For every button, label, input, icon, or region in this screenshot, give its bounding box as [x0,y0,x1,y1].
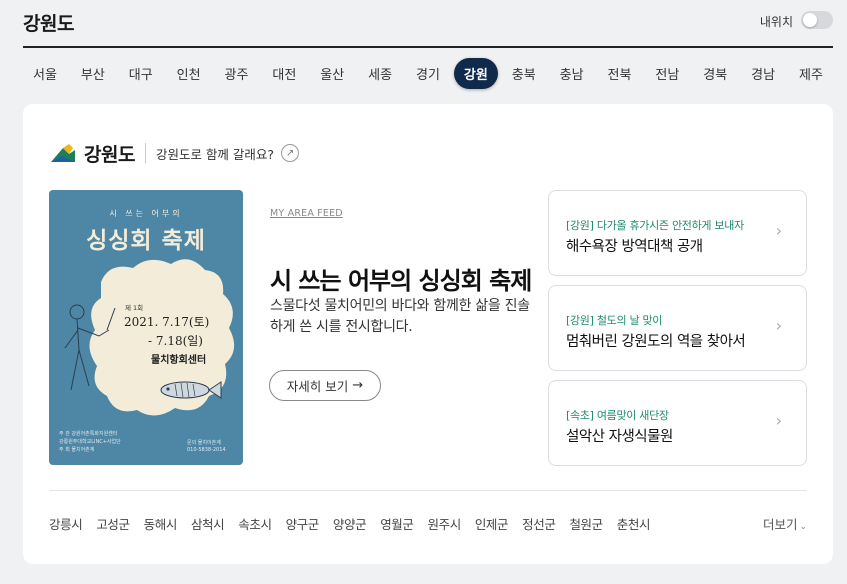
organizer-line: 주 최 물치어촌계 [59,447,95,453]
city-link[interactable]: 철원군 [569,514,603,533]
city-link[interactable]: 고성군 [96,514,130,533]
toggle-knob [803,13,817,27]
region-tab[interactable]: 강원 [453,57,498,89]
news-headline: 멈춰버린 강원도의 역을 찾아서 [566,334,746,350]
chevron-right-icon: › [775,411,782,430]
brand-separator [144,143,146,163]
feed-title[interactable]: 시 쓰는 어부의 싱싱회 축제 [270,261,532,296]
city-link[interactable]: 인제군 [475,514,509,533]
region-tab[interactable]: 울산 [310,58,354,89]
city-link[interactable]: 속초시 [238,514,272,533]
news-category: [강원] 철도의 날 맞이 [566,314,663,327]
region-tabs: 서울 부산 대구 인천 광주 대전 울산 세종 경기 강원 충북 충남 전북 전남 경북 경남 제주 [23,57,833,89]
region-tab[interactable]: 광주 [215,58,259,89]
poster-contact: 문의 물치어촌계 010-5838-2014 [187,440,226,454]
brand-name: 강원도 [84,143,135,166]
page-title: 강원도 [23,13,74,35]
region-tab[interactable]: 서울 [23,58,67,89]
region-tab[interactable]: 전남 [645,58,689,89]
poster-venue: 물치항회센터 [151,355,207,366]
poster-date-end: - 7.18(일) [148,334,203,348]
poster-subtitle: 시 쓰는 어부의 [109,209,183,218]
news-headline: 해수욕장 방역대책 공개 [566,239,703,255]
chevron-right-icon: › [775,316,782,335]
divider [49,490,807,491]
contact-line: 010-5838-2014 [187,447,226,453]
feed-description: 스물다섯 물치어민의 바다와 함께한 삶을 진솔하게 쓴 시를 전시합니다. [270,298,530,335]
news-item[interactable]: [강원] 철도의 날 맞이 멈춰버린 강원도의 역을 찾아서 › [548,285,807,371]
my-location-toggle[interactable] [801,11,833,29]
brand-question[interactable]: 강원도로 함께 갈래요? [156,144,274,163]
news-category: [강원] 다가올 휴가시즌 안전하게 보내자 [566,219,744,232]
poster-round: 제 1회 [125,304,144,312]
city-link[interactable]: 춘천시 [617,514,651,533]
region-tab[interactable]: 충남 [550,58,594,89]
organizer-line: 강릉원주대학교LINC+사업단 [59,439,121,445]
city-link[interactable]: 양양군 [333,514,367,533]
news-headline: 설악산 자생식물원 [566,429,673,445]
region-tab[interactable]: 충북 [502,58,546,89]
region-tab[interactable]: 경남 [741,58,785,89]
news-item[interactable]: [속초] 여름맞이 새단장 설악산 자생식물원 › [548,380,807,466]
city-link[interactable]: 정선군 [522,514,556,533]
more-cities-link[interactable]: 더보기 ⌄ [763,514,807,533]
city-link[interactable]: 양구군 [286,514,320,533]
region-tab[interactable]: 경기 [406,58,450,89]
region-tab[interactable]: 인천 [167,58,211,89]
arrow-right-icon: → [352,378,364,393]
festival-poster[interactable]: 시 쓰는 어부의 싱싱회 축제 제 1회 2021. 7.17(토) - 7.1… [49,190,243,465]
city-link[interactable]: 원주시 [428,514,462,533]
poster-title: 싱싱회 축제 [86,227,206,254]
detail-button-label: 자세히 보기 [286,379,349,394]
gangwon-logo-icon [51,144,75,162]
city-link[interactable]: 강릉시 [49,514,83,533]
poster-date-start: 2021. 7.17(토) [124,315,210,329]
chevron-down-icon: ⌄ [799,522,807,532]
poster-organizers: 주 관 강원어촌특화지원센터 강릉원주대학교LINC+사업단 주 최 물치어촌계 [59,430,169,454]
more-label: 더보기 [762,517,798,532]
organizer-line: 주 관 강원어촌특화지원센터 [59,431,118,437]
city-list: 강릉시 고성군 동해시 삼척시 속초시 양구군 양양군 영월군 원주시 인제군 정선군 철원군 춘천시 [49,514,664,533]
contact-line: 문의 물치어촌계 [187,440,221,446]
brand-header: 강원도 강원도로 함께 갈래요? ↗ [49,140,300,166]
feed-label: MY AREA FEED [270,208,343,219]
region-tab[interactable]: 세종 [358,58,402,89]
city-link[interactable]: 동해시 [144,514,178,533]
detail-button[interactable]: 자세히 보기 → [269,370,381,401]
my-location-label: 내위치 [759,15,793,29]
region-tab[interactable]: 대구 [119,58,163,89]
region-tab[interactable]: 제주 [789,58,833,89]
region-tab[interactable]: 부산 [71,58,115,89]
arrow-circle-icon[interactable]: ↗ [281,144,300,162]
news-item[interactable]: [강원] 다가올 휴가시즌 안전하게 보내자 해수욕장 방역대책 공개 › [548,190,807,276]
top-bar: 강원도 내위치 [23,0,833,48]
chevron-right-icon: › [775,221,782,240]
news-category: [속초] 여름맞이 새단장 [566,409,669,422]
region-tab[interactable]: 전북 [598,58,642,89]
area-feed-card: 강원도 강원도로 함께 갈래요? ↗ 시 쓰는 어부의 싱싱회 축제 제 1회 … [23,104,833,564]
city-link[interactable]: 삼척시 [191,514,225,533]
city-link[interactable]: 영월군 [380,514,414,533]
region-tab[interactable]: 대전 [262,58,306,89]
region-tab[interactable]: 경북 [693,58,737,89]
